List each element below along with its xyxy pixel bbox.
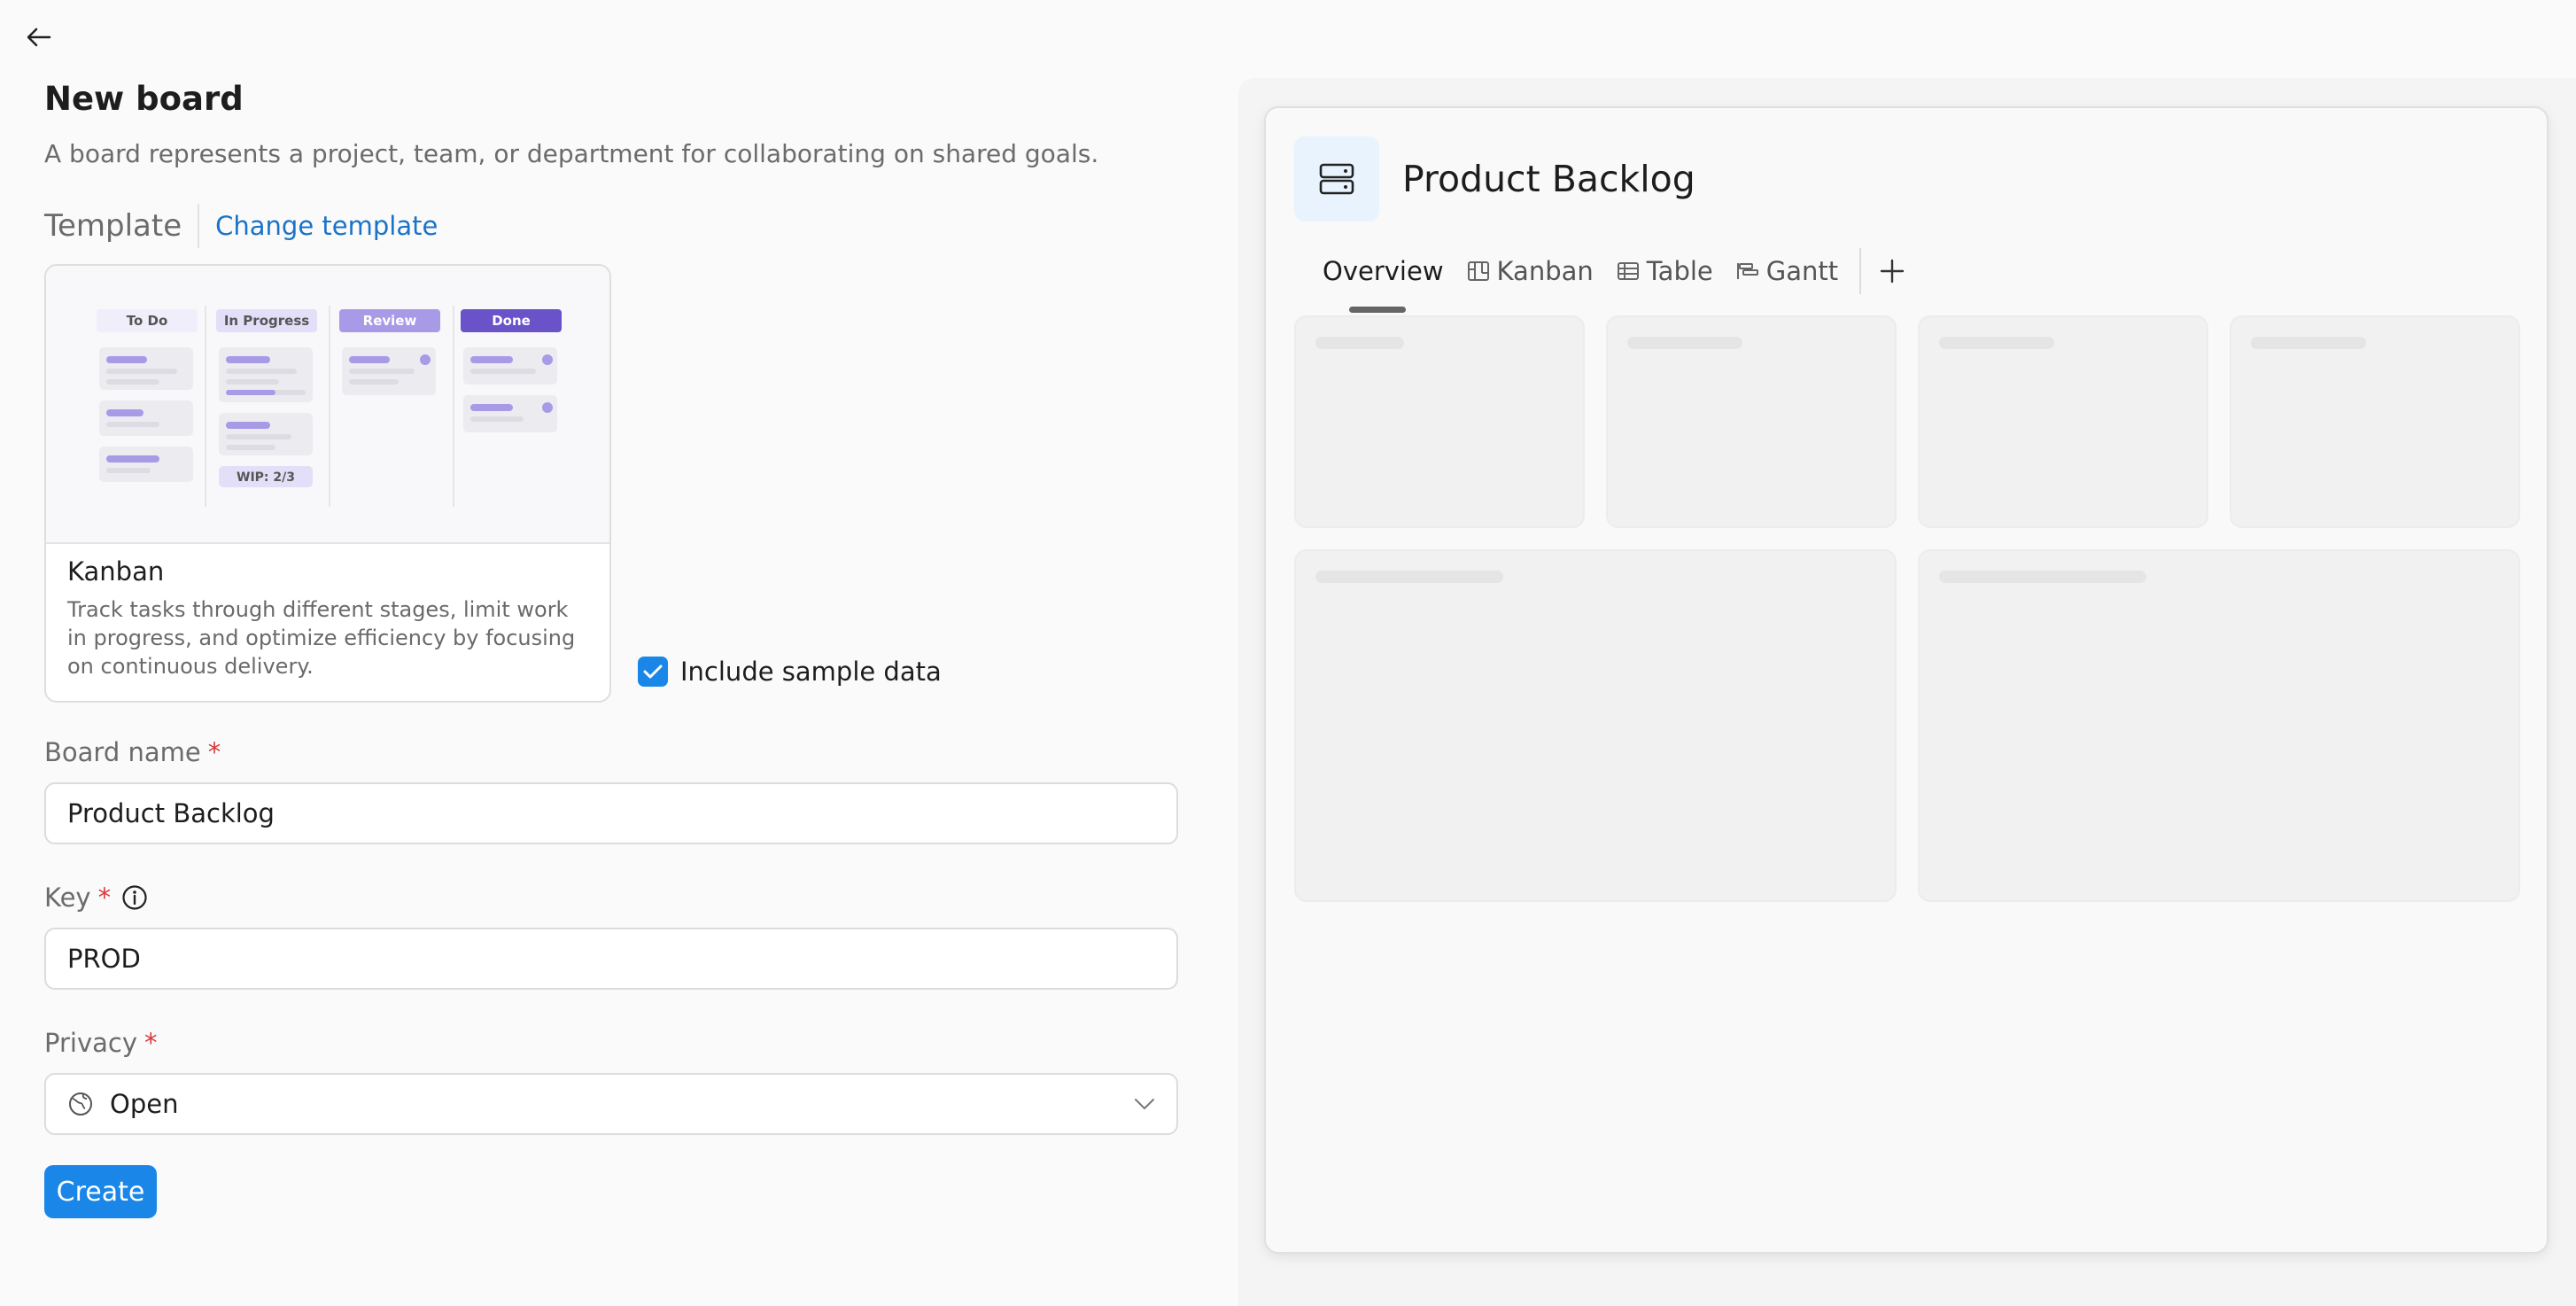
tab-overview[interactable]: Overview bbox=[1323, 256, 1444, 313]
board-name-label: Board name * bbox=[44, 735, 1178, 770]
skeleton-card bbox=[1918, 549, 2520, 902]
privacy-group: Privacy * Open bbox=[44, 1025, 1178, 1135]
tab-kanban[interactable]: Kanban bbox=[1467, 256, 1594, 286]
tabs-divider bbox=[1859, 248, 1862, 294]
plus-icon[interactable] bbox=[1879, 258, 1905, 284]
arrow-left-icon bbox=[27, 27, 51, 47]
tab-overview-label: Overview bbox=[1323, 256, 1444, 286]
skeleton-card bbox=[1918, 315, 2208, 528]
change-template-link[interactable]: Change template bbox=[215, 211, 438, 241]
template-row: Template Change template bbox=[44, 204, 1178, 248]
template-description: Track tasks through different stages, li… bbox=[67, 597, 576, 679]
key-label-text: Key bbox=[44, 882, 91, 913]
info-icon[interactable] bbox=[121, 884, 148, 911]
skeleton-card bbox=[2230, 315, 2520, 528]
template-area: To Do In Progress Review Done WIP: 2/3 K… bbox=[44, 264, 1178, 703]
template-info: Kanban Track tasks through different sta… bbox=[46, 544, 609, 693]
key-label: Key * bbox=[44, 880, 1178, 915]
board-name-label-text: Board name bbox=[44, 737, 201, 767]
new-board-form: New board A board represents a project, … bbox=[44, 80, 1178, 1218]
privacy-label: Privacy * bbox=[44, 1025, 1178, 1061]
checkmark-icon bbox=[643, 665, 663, 679]
kanban-icon bbox=[1467, 261, 1489, 281]
board-name-input[interactable]: Product Backlog bbox=[44, 782, 1178, 844]
include-sample-data-label: Include sample data bbox=[680, 657, 942, 687]
preview-title: Product Backlog bbox=[1402, 158, 1695, 200]
tab-gantt-label: Gantt bbox=[1765, 256, 1839, 286]
privacy-value: Open bbox=[110, 1089, 179, 1119]
preview-tabs: Overview Kanban Table Gantt bbox=[1323, 248, 1905, 313]
wip-label: WIP: 2/3 bbox=[237, 470, 295, 485]
template-name: Kanban bbox=[67, 556, 165, 587]
divider bbox=[198, 204, 200, 248]
template-card[interactable]: To Do In Progress Review Done WIP: 2/3 K… bbox=[44, 264, 611, 703]
skeleton-card bbox=[1294, 315, 1585, 528]
kanban-col-review: Review bbox=[363, 313, 417, 329]
key-input[interactable]: PROD bbox=[44, 928, 1178, 990]
page-title: New board bbox=[44, 80, 244, 118]
tab-table[interactable]: Table bbox=[1617, 256, 1713, 286]
key-value: PROD bbox=[67, 944, 141, 974]
board-icon-tile bbox=[1294, 136, 1379, 222]
table-icon bbox=[1617, 262, 1639, 280]
globe-icon bbox=[69, 1092, 92, 1116]
required-marker: * bbox=[97, 882, 112, 913]
back-button[interactable] bbox=[21, 19, 57, 55]
include-sample-data-checkbox[interactable]: Include sample data bbox=[638, 657, 942, 687]
board-preview: Product Backlog Overview Kanban Table Ga… bbox=[1264, 106, 2549, 1254]
key-group: Key * PROD bbox=[44, 880, 1178, 990]
tab-gantt[interactable]: Gantt bbox=[1736, 256, 1838, 286]
chevron-down-icon bbox=[1135, 1099, 1154, 1109]
gantt-icon bbox=[1736, 263, 1758, 279]
kanban-col-done: Done bbox=[492, 313, 531, 329]
preview-header: Product Backlog bbox=[1294, 136, 1695, 222]
required-marker: * bbox=[207, 737, 221, 767]
skeleton-card bbox=[1606, 315, 1897, 528]
server-icon bbox=[1319, 163, 1354, 195]
privacy-label-text: Privacy bbox=[44, 1028, 137, 1058]
privacy-select[interactable]: Open bbox=[44, 1073, 1178, 1135]
tab-table-label: Table bbox=[1646, 256, 1713, 286]
template-label: Template bbox=[44, 208, 182, 244]
kanban-col-todo: To Do bbox=[127, 313, 168, 329]
kanban-col-in-progress: In Progress bbox=[224, 313, 309, 329]
create-button[interactable]: Create bbox=[44, 1165, 157, 1218]
required-marker: * bbox=[144, 1028, 158, 1058]
kanban-preview-illustration: To Do In Progress Review Done WIP: 2/3 bbox=[46, 266, 609, 544]
skeleton-card bbox=[1294, 549, 1897, 902]
tab-kanban-label: Kanban bbox=[1496, 256, 1594, 286]
board-name-group: Board name * Product Backlog bbox=[44, 735, 1178, 844]
page-subtitle: A board represents a project, team, or d… bbox=[44, 139, 1099, 168]
board-name-value: Product Backlog bbox=[67, 798, 275, 828]
checkbox-checked[interactable] bbox=[638, 657, 668, 687]
